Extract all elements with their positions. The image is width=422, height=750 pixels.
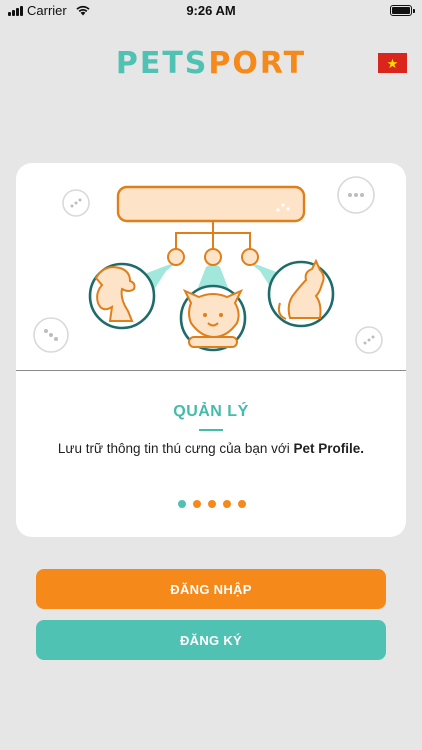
logo-sport: PORT	[208, 46, 307, 81]
page-dot-4[interactable]	[223, 500, 231, 508]
register-button[interactable]: ĐĂNG KÝ	[36, 620, 386, 660]
onboarding-card[interactable]: QUẢN LÝ Lưu trữ thông tin thú cưng của b…	[16, 163, 406, 537]
card-divider	[16, 370, 406, 371]
login-button[interactable]: ĐĂNG NHẬP	[36, 569, 386, 609]
status-bar: Carrier 9:26 AM	[0, 0, 422, 22]
title-underline	[199, 429, 223, 431]
description-text: Lưu trữ thông tin thú cưng của bạn với	[57, 441, 294, 456]
page-indicator[interactable]	[178, 500, 246, 508]
page-dot-1[interactable]	[178, 500, 186, 508]
page-dot-3[interactable]	[208, 500, 216, 508]
onboarding-description: Lưu trữ thông tin thú cưng của bạn với P…	[16, 441, 406, 456]
pet-profile-illustration	[33, 176, 383, 354]
page-dot-5[interactable]	[238, 500, 246, 508]
status-time: 9:26 AM	[186, 3, 236, 18]
description-highlight: Pet Profile.	[293, 441, 365, 456]
logo-pets: PETS	[115, 46, 209, 81]
page-dot-2[interactable]	[193, 500, 201, 508]
battery-icon	[390, 5, 415, 16]
vietnam-flag-icon[interactable]: ★	[378, 53, 407, 73]
onboarding-title: QUẢN LÝ	[173, 403, 249, 420]
app-logo: PETSPORT	[0, 46, 422, 81]
